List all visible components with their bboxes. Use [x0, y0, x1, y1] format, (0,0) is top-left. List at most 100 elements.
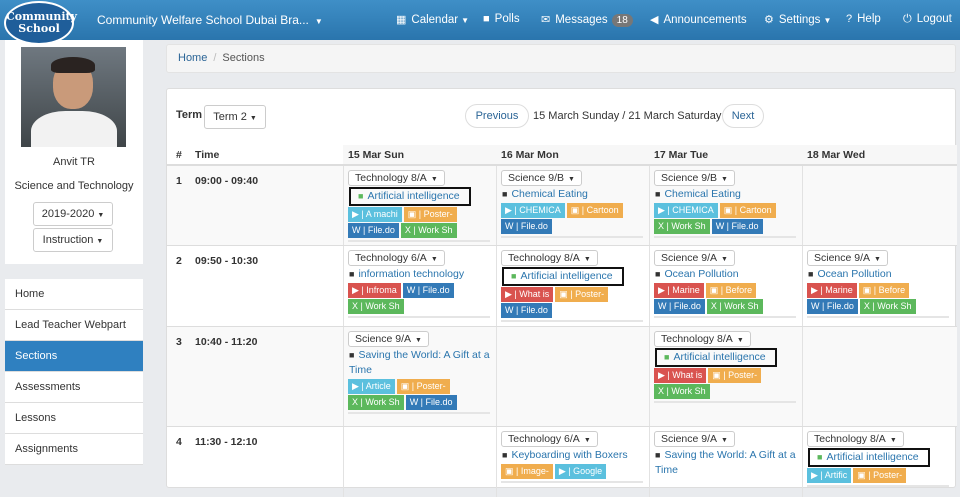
user-subject: Science and Technology [14, 180, 134, 192]
breadcrumb-home[interactable]: Home [178, 52, 207, 64]
term-dropdown[interactable]: Term 2 ▼ [204, 105, 266, 129]
class-dropdown[interactable]: Technology 8/A ▼ [807, 431, 904, 447]
class-dropdown[interactable]: Technology 8/A ▼ [501, 250, 598, 266]
sidebar-item-sections[interactable]: Sections [5, 341, 143, 372]
resource-tag[interactable]: ▣ | Cartoon [719, 203, 776, 218]
school-logo[interactable]: Community School [4, 1, 77, 45]
row-time: 09:50 - 10:30 [195, 255, 259, 267]
resource-tag[interactable]: W | File.do [501, 303, 552, 318]
resource-tag[interactable]: W | File.do [807, 299, 858, 314]
resource-tag[interactable]: ▶ | What is [501, 287, 554, 302]
next-week-button[interactable]: Next [722, 104, 764, 128]
sidebar-item-assignments[interactable]: Assignments [5, 434, 143, 465]
sidebar-item-lead-teacher-webpart[interactable]: Lead Teacher Webpart [5, 310, 143, 341]
class-dropdown[interactable]: Technology 6/A ▼ [501, 431, 598, 447]
lesson-topic-link[interactable]: ■ Saving the World: A Gift at a Time [349, 348, 498, 378]
resource-tag[interactable]: W | File.do [654, 299, 705, 314]
lesson-topic-link[interactable]: ■ Keyboarding with Boxers [502, 448, 651, 463]
resource-tag[interactable]: ▶ | Marine [654, 283, 704, 298]
nav-help[interactable]: ? Help [846, 13, 881, 25]
lesson-topic-link[interactable]: ■ Artificial intelligence [808, 448, 930, 467]
resource-tag[interactable]: X | Work Sh [348, 395, 404, 410]
profile-panel: Anvit TR Science and Technology 2019-202… [5, 40, 143, 264]
resource-tag[interactable]: ▶ | CHEMICA [501, 203, 565, 218]
resource-tag[interactable]: X | Work Sh [400, 223, 457, 238]
resource-tag[interactable]: ▣ | Poster- [853, 468, 907, 483]
resource-tag[interactable]: W | File.do [402, 283, 454, 298]
resource-tag[interactable]: X | Work Sh [654, 219, 710, 234]
table-row: 2 09:50 - 10:30 Technology 6/A ▼ ■ informatio… [167, 245, 957, 327]
class-dropdown[interactable]: Technology 6/A ▼ [348, 250, 445, 266]
class-dropdown[interactable]: Science 9/B ▼ [654, 170, 735, 186]
caret-down-icon: ▼ [96, 238, 104, 245]
class-dropdown[interactable]: Science 9/A ▼ [807, 250, 888, 266]
resource-tag[interactable]: ▣ | Poster- [555, 287, 609, 302]
nav-polls[interactable]: ■ Polls [483, 13, 520, 25]
resource-tag[interactable]: ▣ | Poster- [403, 207, 457, 222]
sidebar-item-home[interactable]: Home [5, 279, 143, 310]
sidebar-item-lessons[interactable]: Lessons [5, 403, 143, 434]
nav-logout[interactable]: ⏻ Logout [903, 13, 952, 26]
sidebar-menu: Home Lead Teacher Webpart Sections Asses… [5, 279, 143, 465]
calendar-icon: ▦ [396, 14, 407, 26]
resource-tag[interactable]: X | Work Sh [859, 299, 916, 314]
resource-tag[interactable]: ▶ | Infroma [348, 283, 401, 298]
resource-tag[interactable]: ▶ | Artific [807, 468, 852, 483]
caret-down-icon: ▼ [823, 16, 832, 25]
lesson-topic-link[interactable]: ■ Artificial intelligence [349, 187, 471, 206]
resource-tag[interactable]: ▣ | Before [705, 283, 757, 298]
lesson-topic-link[interactable]: ■ Saving the World: A Gift at a Time [655, 448, 804, 478]
lesson-topic-link[interactable]: ■ Chemical Eating [655, 187, 804, 202]
lesson-topic-link[interactable]: ■ Ocean Pollution [808, 267, 957, 282]
resource-tags: ▶ | Artific ▣ | Poster- [807, 468, 957, 484]
resource-tag[interactable]: ▣ | Poster- [708, 368, 762, 383]
lesson-cell: Technology 6/A ▼ ■ information technology ▶ … [348, 250, 498, 318]
resource-tag[interactable]: ▶ | Article [348, 379, 395, 394]
resource-tag[interactable]: ▶ | What is [654, 368, 707, 383]
col-header-day: 18 Mar Wed [807, 149, 866, 161]
caret-down-icon: ▼ [314, 17, 323, 26]
class-dropdown[interactable]: Science 9/A ▼ [654, 431, 735, 447]
resource-tag[interactable]: X | Work Sh [706, 299, 763, 314]
class-dropdown[interactable]: Science 9/B ▼ [501, 170, 582, 186]
resource-tag[interactable]: W | File.do [711, 219, 763, 234]
resource-tag[interactable]: ▶ | Google [554, 464, 607, 479]
year-dropdown[interactable]: 2019-2020 ▼ [33, 202, 113, 226]
resource-tag[interactable]: ▶ | A machi [348, 207, 402, 222]
class-dropdown[interactable]: Technology 8/A ▼ [348, 170, 445, 186]
resource-tag[interactable]: W | File.do [405, 395, 457, 410]
school-selector[interactable]: Community Welfare School Dubai Bra... ▼ [97, 13, 323, 27]
lesson-topic-link[interactable]: ■ Artificial intelligence [502, 267, 624, 286]
caret-down-icon: ▼ [583, 437, 591, 444]
resource-tag[interactable]: ▣ | Poster- [396, 379, 450, 394]
nav-calendar[interactable]: ▦ Calendar ▼ [396, 13, 469, 26]
resource-tag[interactable]: ▣ | Before [858, 283, 910, 298]
lesson-topic-link[interactable]: ■ information technology [349, 267, 498, 282]
comment-icon: ■ [502, 189, 508, 199]
resource-tags: ▶ | Infroma W | File.doX | Work Sh [348, 283, 498, 315]
class-dropdown[interactable]: Science 9/A ▼ [348, 331, 429, 347]
resource-tag[interactable]: W | File.do [348, 223, 399, 238]
resource-tag[interactable]: W | File.do [501, 219, 552, 234]
class-dropdown[interactable]: Science 9/A ▼ [654, 250, 735, 266]
resource-tag[interactable]: ▣ | Cartoon [566, 203, 623, 218]
role-dropdown[interactable]: Instruction ▼ [33, 228, 113, 252]
previous-week-button[interactable]: Previous [465, 104, 529, 128]
class-dropdown[interactable]: Technology 8/A ▼ [654, 331, 751, 347]
nav-announcements[interactable]: ◀ Announcements [650, 13, 747, 26]
resource-tag[interactable]: X | Work Sh [654, 384, 710, 399]
lesson-topic-link[interactable]: ■ Artificial intelligence [655, 348, 777, 367]
resource-tag[interactable]: ▣ | Image- [501, 464, 553, 479]
profile-photo [21, 47, 126, 147]
sidebar-item-assessments[interactable]: Assessments [5, 372, 143, 403]
lesson-topic-link[interactable]: ■ Chemical Eating [502, 187, 651, 202]
resource-tag[interactable]: X | Work Sh [348, 299, 404, 314]
resource-tag[interactable]: ▶ | Marine [807, 283, 857, 298]
lesson-topic-link[interactable]: ■ Ocean Pollution [655, 267, 804, 282]
nav-settings[interactable]: ⚙ Settings ▼ [764, 13, 831, 26]
comment-icon: ■ [655, 450, 661, 460]
nav-messages[interactable]: ✉ Messages 18 [541, 13, 633, 27]
resource-tags: ▶ | A machi ▣ | Poster- W | File.do X | Wor… [348, 207, 498, 239]
caret-down-icon: ▼ [430, 176, 438, 183]
resource-tag[interactable]: ▶ | CHEMICA [654, 203, 718, 218]
